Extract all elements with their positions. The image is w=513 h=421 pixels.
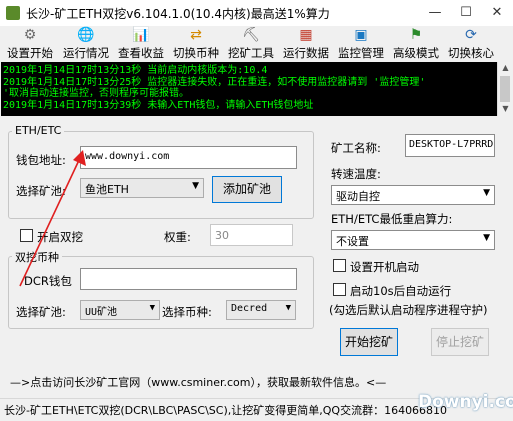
toolbar-button-5[interactable]: ⛏ 挖矿工具 (223, 26, 279, 62)
advanced-icon: ⚑ (409, 27, 423, 43)
scroll-down-icon[interactable]: ▼ (498, 104, 513, 113)
toolbar-label: 挖矿工具 (228, 46, 274, 60)
enable-dual-checkbox[interactable] (20, 229, 33, 242)
toolbar-button-2[interactable]: 🌐 运行情况 (58, 26, 114, 62)
toolbar-button-1[interactable]: ⚙ 设置开始 (2, 26, 58, 62)
min-hashrate-value: 不设置 (336, 235, 369, 248)
toolbar-button-9[interactable]: ⟳ 切换核心 (443, 26, 499, 62)
scroll-thumb[interactable] (500, 76, 510, 102)
log-line: 2019年1月14日17时13分39秒 未输入ETH钱包，请输入ETH钱包地址 (3, 99, 314, 111)
min-hashrate-label: ETH/ETC最低重启算力: (331, 212, 453, 226)
eth-pool-label: 选择矿池: (16, 184, 66, 198)
title-bar: 长沙-矿工ETH双挖v6.104.1.0(10.4内核)最高送1%算力 — ☐ … (0, 0, 513, 27)
weight-label: 权重: (164, 230, 191, 244)
watermark-logo: Downyi.com (418, 392, 513, 412)
wallet-address-label: 钱包地址: (16, 153, 66, 167)
start-mining-button[interactable]: 开始挖矿 (340, 328, 398, 356)
toolbar-button-6[interactable]: ▦ 运行数据 (278, 26, 334, 62)
log-line: 2019年1月14日17时13分13秒 当前启动内核版本为:10.4 (3, 65, 268, 76)
log-line: 2019年1月14日17时13分25秒 监控器连接失败，正在重连，如不使用监控器… (3, 76, 426, 88)
guard-note: (勾选后默认启动程序进程守护) (329, 303, 488, 317)
minimize-button[interactable]: — (420, 4, 450, 22)
toolbar-label: 切换币种 (173, 46, 219, 60)
log-output: 2019年1月14日17时13分13秒 当前启动内核版本为:10.4 2019年… (1, 62, 497, 116)
app-icon (6, 6, 20, 20)
miner-name-input[interactable]: DESKTOP-L7PRRD (405, 134, 495, 157)
close-button[interactable]: ✕ (482, 4, 512, 22)
chart-icon: 📊 (132, 27, 150, 43)
miner-name-label: 矿工名称: (331, 141, 381, 155)
eth-pool-value: 鱼池ETH (85, 183, 129, 196)
toolbar-label: 监控管理 (338, 46, 384, 60)
fan-temp-select[interactable]: 驱动自控 ▼ (331, 185, 495, 205)
maximize-button[interactable]: ☐ (451, 4, 481, 22)
globe-icon: 🌐 (77, 27, 95, 43)
status-text: 长沙-矿工ETH\ETC双挖(DCR\LBC\PASC\SC),让挖矿变得更简单… (4, 404, 448, 417)
delay-run-checkbox[interactable] (333, 283, 346, 296)
weight-input[interactable]: 30 (210, 224, 293, 246)
eth-etc-group (8, 131, 314, 219)
autostart-label: 设置开机启动 (350, 260, 419, 274)
dcr-wallet-label: DCR钱包 (24, 274, 72, 288)
wallet-address-input[interactable]: www.downyi.com (80, 146, 297, 169)
toolbar-label: 查看收益 (118, 46, 164, 60)
dual-coin-select[interactable]: Decred ▼ (226, 300, 296, 320)
add-pool-button[interactable]: 添加矿池 (212, 176, 282, 203)
toolbar-button-8[interactable]: ⚑ 高级模式 (388, 26, 444, 62)
dual-coin-label: 选择币种: (162, 305, 212, 319)
dual-pool-value: UU矿池 (85, 307, 118, 318)
toolbar-label: 切换核心 (448, 46, 494, 60)
delay-run-label: 启动10s后自动运行 (350, 284, 452, 298)
dcr-wallet-input[interactable] (80, 268, 297, 290)
tools-icon: ⛏ (242, 27, 260, 43)
monitor-icon: ▣ (354, 27, 368, 43)
window-title: 长沙-矿工ETH双挖v6.104.1.0(10.4内核)最高送1%算力 (26, 7, 330, 21)
toolbar: ⚙ 设置开始 🌐 运行情况 📊 查看收益 ⇄ 切换币种 ⛏ 挖矿工具 ▦ 运行数据 ▣ 监控管理 ⚑ 高级模式… (0, 26, 513, 62)
chevron-down-icon: ▼ (192, 181, 199, 191)
chevron-down-icon: ▼ (483, 188, 490, 198)
gear-icon: ⚙ (23, 27, 37, 43)
eth-pool-select[interactable]: 鱼池ETH ▼ (80, 178, 204, 198)
autostart-checkbox[interactable] (333, 259, 346, 272)
scroll-up-icon[interactable]: ▲ (498, 63, 513, 72)
dual-coin-legend: 双挖币种 (12, 249, 62, 265)
toolbar-label: 高级模式 (393, 46, 439, 60)
chevron-down-icon: ▼ (483, 233, 490, 243)
dual-pool-select[interactable]: UU矿池 ▼ (80, 300, 160, 320)
toolbar-label: 运行数据 (283, 46, 329, 60)
log-scrollbar[interactable]: ▲ ▼ (497, 62, 513, 116)
chevron-down-icon: ▼ (285, 303, 291, 313)
official-site-link[interactable]: —>点击访问长沙矿工官网（www.csminer.com），获取最新软件信息。<… (10, 374, 386, 390)
log-line: '取消自动连接监控，否则程序可能报错。 (3, 88, 190, 99)
dual-pool-label: 选择矿池: (16, 305, 66, 319)
dual-coin-value: Decred (231, 303, 268, 314)
toolbar-button-7[interactable]: ▣ 监控管理 (333, 26, 389, 62)
fan-temp-value: 驱动自控 (336, 190, 380, 203)
eth-etc-legend: ETH/ETC (12, 124, 65, 137)
toolbar-label: 设置开始 (7, 46, 53, 60)
stop-mining-button[interactable]: 停止挖矿 (431, 328, 489, 356)
swap-icon: ⇄ (190, 27, 202, 43)
core-icon: ⟳ (465, 27, 477, 43)
enable-dual-label: 开启双挖 (37, 230, 83, 244)
chevron-down-icon: ▼ (149, 303, 155, 313)
min-hashrate-select[interactable]: 不设置 ▼ (331, 230, 495, 250)
fan-temp-label: 转速温度: (331, 167, 381, 181)
toolbar-button-4[interactable]: ⇄ 切换币种 (168, 26, 224, 62)
calendar-icon: ▦ (299, 27, 313, 43)
toolbar-label: 运行情况 (63, 46, 109, 60)
toolbar-button-3[interactable]: 📊 查看收益 (113, 26, 169, 62)
